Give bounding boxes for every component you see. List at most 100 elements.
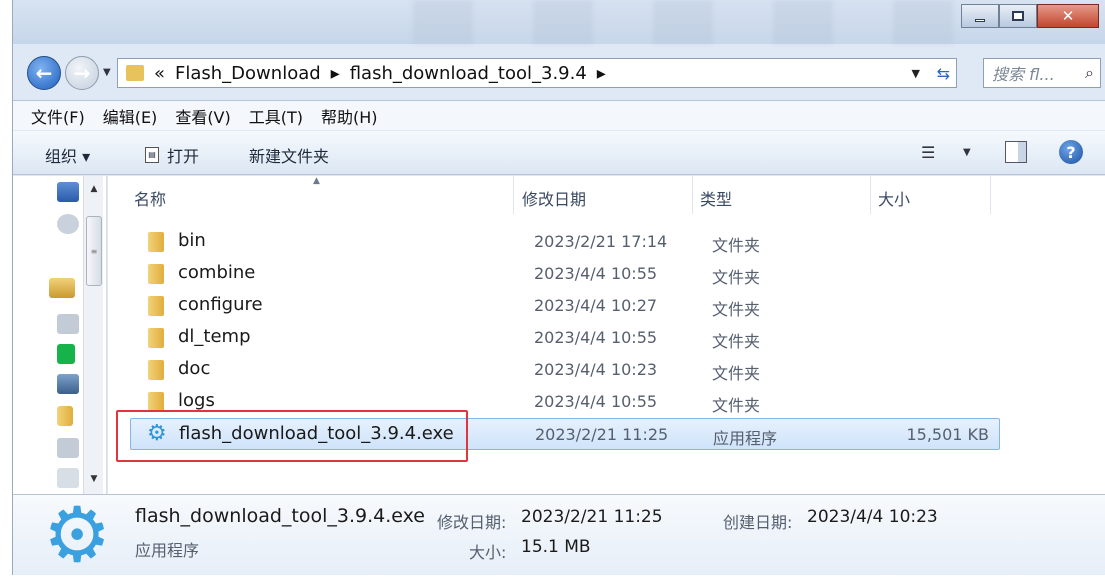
highlight-annotation-box [116, 410, 468, 462]
forward-button[interactable]: → [65, 56, 99, 90]
file-date: 2023/4/4 10:55 [534, 328, 658, 347]
maximize-button[interactable] [999, 4, 1037, 28]
column-divider[interactable] [513, 176, 514, 214]
breadcrumb-separator[interactable]: ▸ [331, 63, 340, 84]
folder-icon [148, 264, 164, 284]
open-icon: ▤ [145, 147, 159, 163]
iqiyi-icon[interactable] [57, 344, 75, 364]
details-modified-label: 修改日期: [437, 513, 507, 532]
folder-icon [148, 232, 164, 252]
details-file-name: flash_download_tool_3.9.4.exe [135, 505, 425, 527]
drive-icon[interactable] [57, 468, 79, 488]
title-bar-blur [413, 0, 953, 44]
column-header-row: ▲ 名称 修改日期 类型 大小 [108, 176, 1105, 216]
gear-icon: ⚙ [43, 490, 112, 579]
close-button[interactable]: ✕ [1037, 4, 1099, 28]
scroll-thumb[interactable]: ≡ [86, 216, 102, 286]
network-icon[interactable] [57, 214, 79, 234]
refresh-icon[interactable]: ⇆ [937, 64, 950, 83]
folder-icon [148, 328, 164, 348]
scroll-down-icon[interactable]: ▼ [84, 470, 104, 488]
back-arrow-icon: ← [35, 61, 53, 85]
menu-help[interactable]: 帮助(H) [321, 104, 378, 128]
open-button[interactable]: ▤ 打开 [145, 143, 199, 167]
file-date: 2023/4/4 10:55 [534, 264, 658, 283]
column-name[interactable]: 名称 [134, 186, 166, 210]
menu-edit[interactable]: 编辑(E) [103, 104, 158, 128]
list-item[interactable]: bin 2023/2/21 17:14 文件夹 [108, 226, 1105, 258]
file-type: 文件夹 [712, 364, 761, 383]
back-button[interactable]: ← [27, 56, 61, 90]
file-name: combine [178, 262, 256, 283]
help-icon[interactable]: ? [1059, 140, 1083, 164]
nav-scrollbar[interactable]: ▲ ≡ ▼ [83, 176, 103, 494]
scroll-up-icon[interactable]: ▲ [84, 180, 104, 198]
close-icon: ✕ [1061, 7, 1075, 25]
file-date: 2023/4/4 10:55 [534, 392, 658, 411]
breadcrumb-item[interactable]: Flash_Download [175, 63, 321, 84]
file-name: logs [178, 390, 215, 411]
details-size-value: 15.1 MB [521, 537, 591, 557]
breadcrumb-item[interactable]: flash_download_tool_3.9.4 [350, 63, 587, 84]
drive-icon[interactable] [57, 374, 79, 394]
folder-icon [126, 65, 144, 81]
list-item[interactable]: dl_temp 2023/4/4 10:55 文件夹 [108, 322, 1105, 354]
details-created-label: 创建日期: [723, 513, 793, 532]
list-item[interactable]: combine 2023/4/4 10:55 文件夹 [108, 258, 1105, 290]
organize-label: 组织 ▾ [45, 147, 91, 166]
forward-arrow-icon: → [73, 61, 91, 85]
details-modified-value: 2023/2/21 11:25 [521, 507, 663, 527]
explorer-window: ✕ ← → ▼ « Flash_Download ▸ flash_downloa… [12, 0, 1105, 575]
breadcrumb-overflow[interactable]: « [154, 63, 165, 84]
recent-pages-dropdown[interactable]: ▼ [103, 67, 111, 78]
details-created-value: 2023/4/4 10:23 [807, 507, 938, 527]
navigation-pane: ▲ ≡ ▼ [13, 176, 107, 494]
menu-view[interactable]: 查看(V) [175, 104, 230, 128]
column-size[interactable]: 大小 [878, 186, 910, 210]
column-divider[interactable] [692, 176, 693, 214]
menu-file[interactable]: 文件(F) [31, 104, 85, 128]
column-date[interactable]: 修改日期 [522, 186, 586, 210]
file-type: 文件夹 [712, 396, 761, 415]
drive-icon[interactable] [57, 314, 79, 334]
views-dropdown-icon[interactable]: ▼ [963, 147, 971, 158]
folder-icon [148, 392, 164, 412]
maximize-icon [1012, 11, 1024, 21]
title-bar[interactable]: ✕ [13, 0, 1105, 44]
menu-tools[interactable]: 工具(T) [249, 104, 303, 128]
file-date: 2023/4/4 10:23 [534, 360, 658, 379]
organize-button[interactable]: 组织 ▾ [45, 143, 90, 167]
list-item[interactable]: doc 2023/4/4 10:23 文件夹 [108, 354, 1105, 386]
details-size-label: 大小: [469, 543, 507, 562]
views-icon[interactable]: ☰ [921, 143, 935, 162]
list-item[interactable]: configure 2023/4/4 10:27 文件夹 [108, 290, 1105, 322]
folder-icon [148, 296, 164, 316]
open-label: 打开 [167, 147, 200, 166]
details-file-type: 应用程序 [135, 541, 200, 560]
search-placeholder: 搜索 fl... [992, 65, 1055, 84]
column-type[interactable]: 类型 [700, 186, 732, 210]
breadcrumb-separator[interactable]: ▸ [597, 63, 606, 84]
address-dropdown-icon[interactable]: ▼ [912, 67, 920, 80]
desktop-icon[interactable] [57, 182, 79, 202]
file-name: bin [178, 230, 206, 251]
minimize-icon [975, 18, 985, 22]
file-date: 2023/2/21 11:25 [535, 425, 669, 444]
address-bar[interactable]: « Flash_Download ▸ flash_download_tool_3… [117, 58, 957, 88]
drive-icon[interactable] [57, 438, 79, 458]
minimize-button[interactable] [961, 4, 999, 28]
library-icon[interactable] [49, 278, 75, 298]
file-type: 文件夹 [712, 268, 761, 287]
address-row: ← → ▼ « Flash_Download ▸ flash_download_… [13, 52, 1105, 92]
details-pane: ⚙ flash_download_tool_3.9.4.exe 应用程序 修改日… [13, 494, 1105, 575]
new-folder-button[interactable]: 新建文件夹 [249, 143, 329, 167]
preview-pane-icon[interactable] [1005, 141, 1027, 163]
file-type: 文件夹 [712, 236, 761, 255]
window-controls: ✕ [961, 4, 1099, 28]
file-name: configure [178, 294, 263, 315]
folder-icon[interactable] [57, 406, 73, 426]
search-input[interactable]: 搜索 fl... ⌕ [983, 58, 1101, 88]
column-divider[interactable] [870, 176, 871, 214]
column-divider[interactable] [990, 176, 991, 214]
search-icon[interactable]: ⌕ [1085, 63, 1094, 83]
